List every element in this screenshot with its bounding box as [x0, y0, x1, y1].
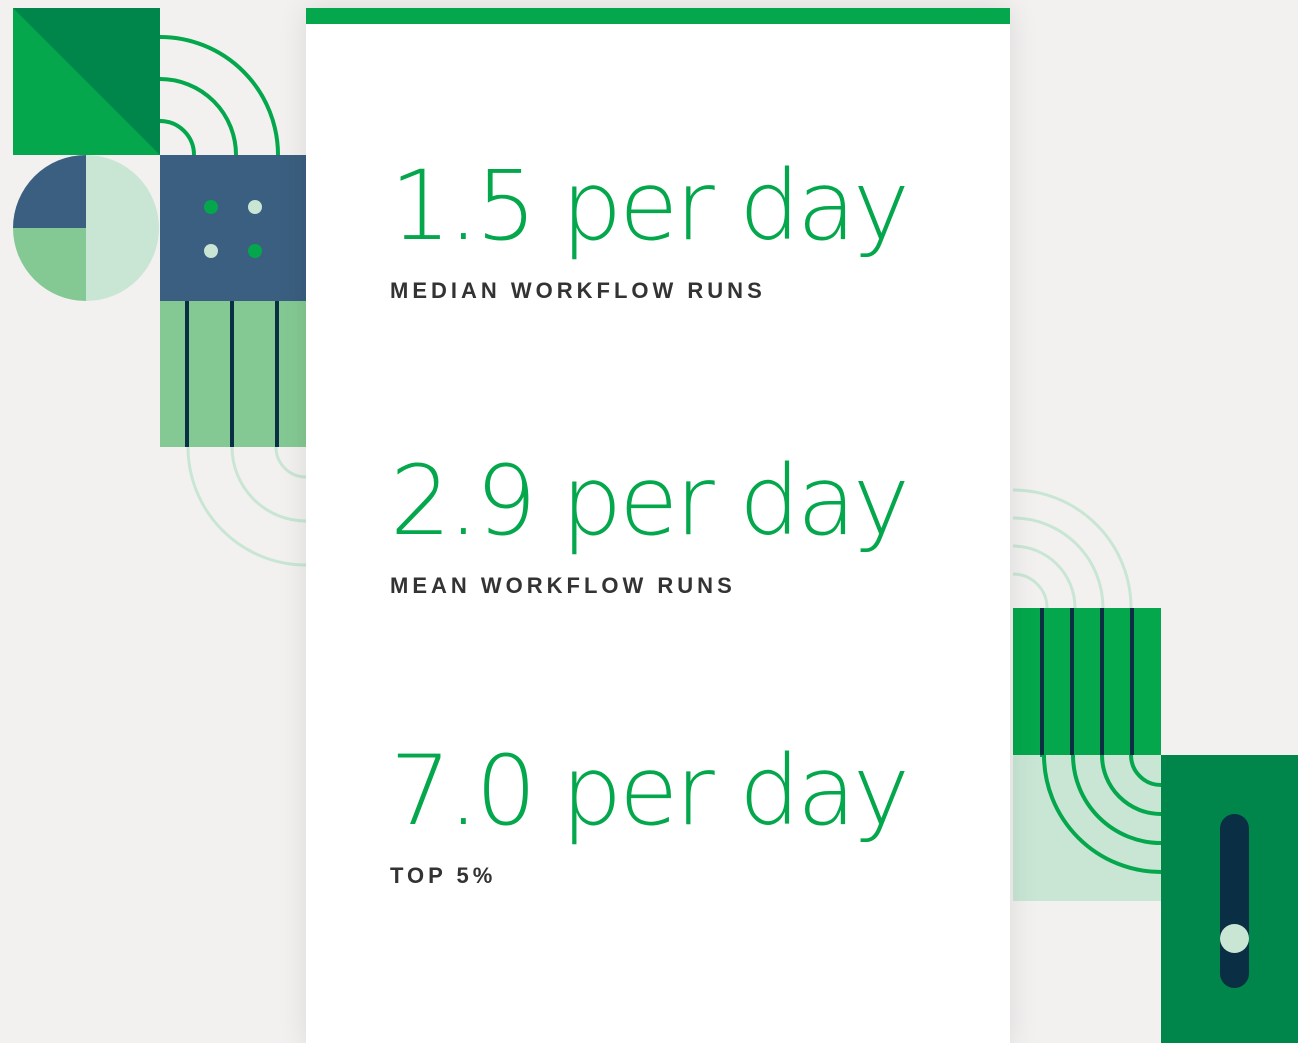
stat-value: 2.9 per day [390, 445, 910, 557]
stat-value: 7.0 per day [390, 735, 910, 847]
stat-top5: 7.0 per day TOP 5% [390, 735, 910, 889]
stats-card: 1.5 per day MEDIAN WORKFLOW RUNS 2.9 per… [306, 8, 1010, 1043]
slider-track [1220, 814, 1249, 988]
stat-label: MEAN WORKFLOW RUNS [390, 573, 736, 598]
pie-circle [13, 155, 159, 301]
stat-label: TOP 5% [390, 863, 497, 888]
stat-median: 1.5 per day MEDIAN WORKFLOW RUNS [390, 150, 910, 304]
triangle-tile [13, 8, 160, 155]
card-accent-bar [306, 8, 1010, 24]
right-striped-tile [1013, 608, 1161, 755]
stat-mean: 2.9 per day MEAN WORKFLOW RUNS [390, 445, 910, 599]
stat-label: MEDIAN WORKFLOW RUNS [390, 278, 766, 303]
stat-value: 1.5 per day [390, 150, 910, 262]
dots-tile [160, 155, 306, 301]
striped-tile [160, 301, 306, 447]
infographic: 1.5 per day MEDIAN WORKFLOW RUNS 2.9 per… [0, 0, 1298, 1043]
slider-knob [1220, 924, 1249, 954]
